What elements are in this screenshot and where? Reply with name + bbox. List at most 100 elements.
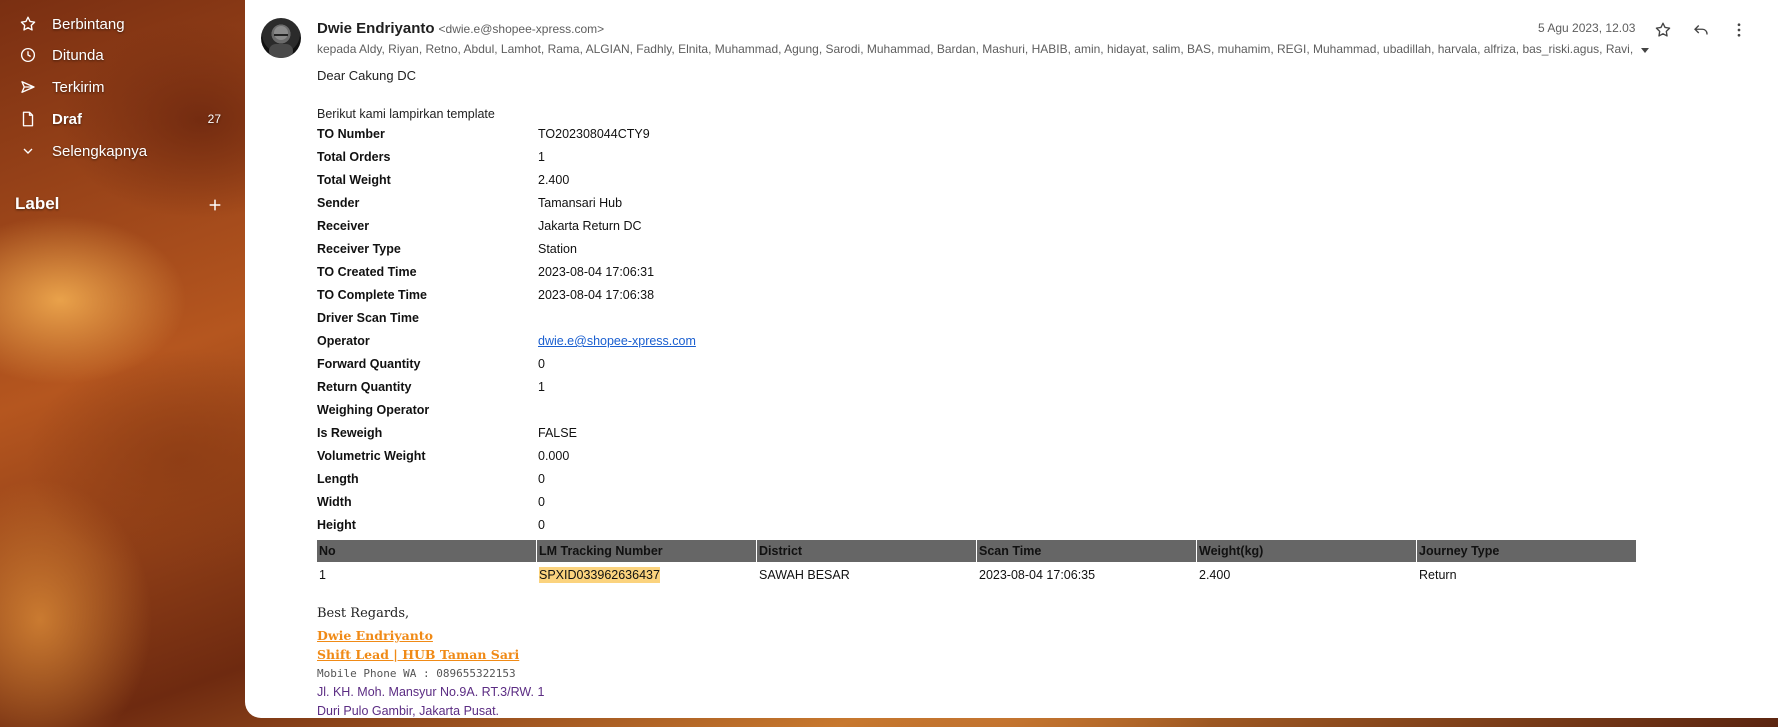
signature-title-link[interactable]: Shift Lead | HUB Taman Sari xyxy=(317,647,519,662)
greeting-text: Dear Cakung DC xyxy=(317,68,416,83)
detail-row: Total Weight 2.400 xyxy=(317,173,1017,196)
star-icon xyxy=(18,14,38,34)
sidebar-item-drafts[interactable]: Draf 27 xyxy=(0,103,245,135)
detail-value: 2023-08-04 17:06:38 xyxy=(538,288,655,302)
tracking-table: No LM Tracking Number District Scan Time… xyxy=(317,540,1637,586)
table-row: 1 SPXID033962636437 SAWAH BESAR 2023-08-… xyxy=(317,564,1637,586)
detail-row: Forward Quantity 0 xyxy=(317,357,1017,380)
star-icon xyxy=(1655,22,1671,37)
detail-key: TO Number xyxy=(317,127,385,141)
detail-key: TO Complete Time xyxy=(317,288,427,302)
detail-key: Width xyxy=(317,495,352,509)
detail-row: Driver Scan Time xyxy=(317,311,1017,334)
signature-name-link[interactable]: Dwie Endriyanto xyxy=(317,628,433,643)
add-label-button[interactable] xyxy=(203,193,227,217)
table-cell: SPXID033962636437 xyxy=(537,564,757,586)
detail-row: Volumetric Weight 0.000 xyxy=(317,449,1017,472)
detail-row: Receiver Type Station xyxy=(317,242,1017,265)
signature-address-line1: Jl. KH. Moh. Mansyur No.9A. RT.3/RW. 1 xyxy=(317,685,545,699)
clock-icon xyxy=(18,45,38,65)
more-options-button[interactable] xyxy=(1726,17,1752,43)
detail-key: Height xyxy=(317,518,356,532)
table-cell: 2023-08-04 17:06:35 xyxy=(979,568,1096,582)
sender-name-text: Dwie Endriyanto xyxy=(317,20,435,37)
detail-key: Weighing Operator xyxy=(317,403,430,417)
detail-row: TO Created Time 2023-08-04 17:06:31 xyxy=(317,265,1017,288)
sender-email: <dwie.e@shopee-xpress.com> xyxy=(438,22,605,36)
sidebar-item-snoozed[interactable]: Ditunda xyxy=(0,39,245,71)
tracking-number: SPXID033962636437 xyxy=(539,567,660,583)
detail-value: Tamansari Hub xyxy=(538,196,623,210)
detail-row: TO Number TO202308044CTY9 xyxy=(317,127,1017,150)
column-header: Scan Time xyxy=(977,540,1197,562)
column-header: District xyxy=(757,540,977,562)
label-heading: Label xyxy=(15,194,60,213)
show-details-button[interactable] xyxy=(1637,42,1653,58)
reply-button[interactable] xyxy=(1688,17,1714,43)
table-cell: SAWAH BESAR xyxy=(759,568,850,582)
detail-row: Length 0 xyxy=(317,472,1017,495)
sidebar-item-sent[interactable]: Terkirim xyxy=(0,71,245,103)
intro-text: Berikut kami lampirkan template xyxy=(317,107,495,121)
sidebar: Berbintang Ditunda Terkirim Draf 27 Sele… xyxy=(0,0,245,727)
detail-key: Receiver Type xyxy=(317,242,401,256)
sidebar-item-more[interactable]: Selengkapnya xyxy=(0,135,245,167)
table-cell: 1 xyxy=(319,568,326,582)
caret-down-icon xyxy=(1641,48,1649,53)
detail-value: 0 xyxy=(538,518,545,532)
sidebar-item-starred[interactable]: Berbintang xyxy=(0,8,245,40)
recipients-list: kepada Aldy, Riyan, Retno, Abdul, Lamhot… xyxy=(317,42,1635,56)
detail-row: Total Orders 1 xyxy=(317,150,1017,173)
sender-name[interactable]: Dwie Endriyanto <dwie.e@shopee-xpress.com… xyxy=(317,20,604,37)
draft-count-badge: 27 xyxy=(207,112,221,126)
detail-key: Volumetric Weight xyxy=(317,449,426,463)
send-icon xyxy=(18,77,38,97)
detail-row: Sender Tamansari Hub xyxy=(317,196,1017,219)
detail-value: Station xyxy=(538,242,577,256)
detail-key: Sender xyxy=(317,196,360,210)
detail-row: Operator dwie.e@shopee-xpress.com xyxy=(317,334,1017,357)
message-date: 5 Agu 2023, 12.03 xyxy=(1538,21,1636,35)
table-header: No LM Tracking Number District Scan Time… xyxy=(317,540,1637,562)
more-vert-icon xyxy=(1737,23,1741,37)
sidebar-item-label: Ditunda xyxy=(52,46,104,64)
sidebar-item-label: Draf xyxy=(52,110,83,128)
avatar[interactable] xyxy=(261,18,301,58)
detail-key: Length xyxy=(317,472,359,486)
chevron-down-icon xyxy=(18,141,38,161)
column-header: LM Tracking Number xyxy=(537,540,757,562)
column-header: No xyxy=(317,540,537,562)
sidebar-item-label: Terkirim xyxy=(52,78,105,96)
detail-key: Driver Scan Time xyxy=(317,311,419,325)
detail-key: Total Orders xyxy=(317,150,391,164)
signature-address-line2: Duri Pulo Gambir, Jakarta Pusat. xyxy=(317,704,500,718)
signature-regards: Best Regards, xyxy=(317,606,410,621)
detail-value: 1 xyxy=(538,150,545,164)
detail-key: Operator xyxy=(317,334,370,348)
table-cell: 2.400 xyxy=(1199,568,1231,582)
detail-key: Is Reweigh xyxy=(317,426,383,440)
detail-value: 2023-08-04 17:06:31 xyxy=(538,265,655,279)
detail-row: Receiver Jakarta Return DC xyxy=(317,219,1017,242)
detail-value: 0 xyxy=(538,472,545,486)
operator-email-link[interactable]: dwie.e@shopee-xpress.com xyxy=(538,334,696,348)
detail-row: Return Quantity 1 xyxy=(317,380,1017,403)
draft-icon xyxy=(18,109,38,129)
detail-key: Forward Quantity xyxy=(317,357,421,371)
detail-key: Total Weight xyxy=(317,173,391,187)
detail-row: Weighing Operator xyxy=(317,403,1017,426)
reply-icon xyxy=(1694,25,1708,35)
detail-key: TO Created Time xyxy=(317,265,417,279)
detail-value: FALSE xyxy=(538,426,577,440)
detail-row: TO Complete Time 2023-08-04 17:06:38 xyxy=(317,288,1017,311)
table-cell: Return xyxy=(1419,568,1457,582)
detail-key: Receiver xyxy=(317,219,370,233)
detail-value: Jakarta Return DC xyxy=(538,219,642,233)
detail-value: 0 xyxy=(538,495,545,509)
detail-row: Height 0 xyxy=(317,518,1017,541)
message-panel: Dwie Endriyanto <dwie.e@shopee-xpress.com… xyxy=(245,0,1778,718)
plus-icon xyxy=(209,199,221,211)
detail-key: Return Quantity xyxy=(317,380,412,394)
star-button[interactable] xyxy=(1650,17,1676,43)
detail-value: 1 xyxy=(538,380,545,394)
